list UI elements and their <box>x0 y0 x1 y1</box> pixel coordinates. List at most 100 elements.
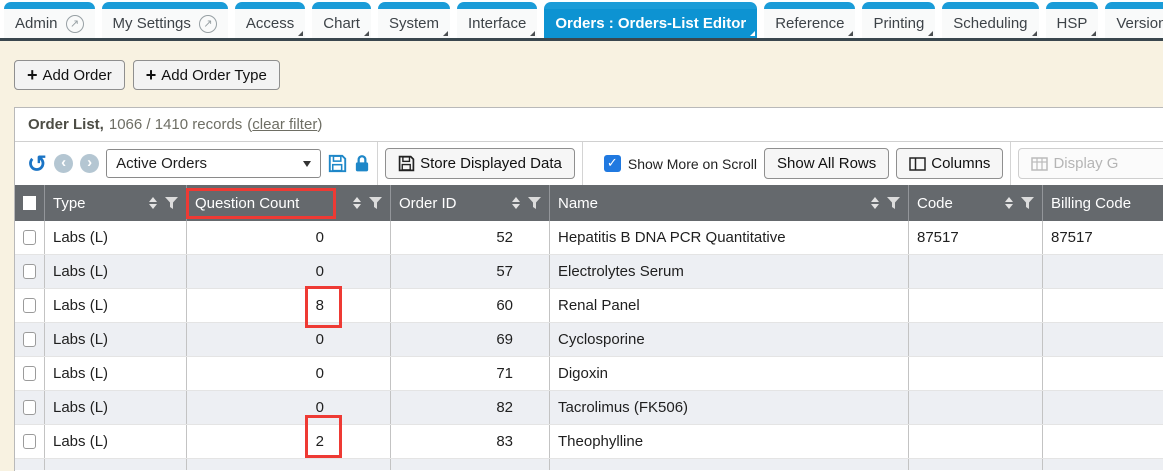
table-row[interactable]: Labs (L) 0 52 Hepatitis B DNA PCR Quanti… <box>15 221 1163 255</box>
tab-system[interactable]: System <box>378 2 450 38</box>
code-cell <box>909 357 1043 390</box>
add-order-button[interactable]: + Add Order <box>14 60 125 90</box>
filter-funnel-icon[interactable] <box>887 197 900 209</box>
sort-icon[interactable] <box>149 197 157 209</box>
row-checkbox[interactable] <box>23 298 36 313</box>
header-billing-code[interactable]: Billing Code <box>1043 185 1163 221</box>
toolbar-separator <box>582 142 583 185</box>
table-row[interactable]: Labs (L) 0 69 Cyclosporine <box>15 323 1163 357</box>
name-cell: Electrolytes Serum <box>550 255 909 288</box>
table-row[interactable]: Labs (L) 8 60 Renal Panel <box>15 289 1163 323</box>
paren-close: ) <box>317 116 322 133</box>
columns-button[interactable]: Columns <box>896 148 1003 179</box>
view-select[interactable]: Active Orders <box>106 149 321 178</box>
add-order-type-button[interactable]: + Add Order Type <box>133 60 280 90</box>
grid-header-row: Type Question Count Order ID Name <box>15 185 1163 221</box>
nav-forward-icon[interactable]: › <box>80 154 99 173</box>
row-checkbox[interactable] <box>23 400 36 415</box>
external-link-icon[interactable]: ↗ <box>66 15 84 33</box>
billing-code-cell <box>1043 255 1163 288</box>
tab-label: Reference <box>775 15 844 32</box>
row-checkbox[interactable] <box>23 434 36 449</box>
filter-funnel-icon[interactable] <box>528 197 541 209</box>
clear-filter-link[interactable]: clear filter <box>252 116 317 133</box>
question-count-cell: 2 <box>187 425 391 458</box>
sort-icon[interactable] <box>512 197 520 209</box>
tab-orders-list-editor[interactable]: Orders : Orders-List Editor <box>544 2 757 38</box>
code-cell <box>909 255 1043 288</box>
tab-printing[interactable]: Printing <box>862 2 935 38</box>
row-checkbox[interactable] <box>23 264 36 279</box>
question-count-cell: 0 <box>187 357 391 390</box>
main-tab-bar: Admin ↗ My Settings ↗ Access Chart Syste… <box>0 0 1163 38</box>
tab-hsp[interactable]: HSP <box>1046 2 1099 38</box>
tab-label: Admin <box>15 15 58 32</box>
row-checkbox[interactable] <box>23 366 36 381</box>
show-more-checkbox[interactable]: ✓ <box>604 155 621 172</box>
tab-chart[interactable]: Chart <box>312 2 371 38</box>
tab-interface[interactable]: Interface <box>457 2 537 38</box>
external-link-icon[interactable]: ↗ <box>199 15 217 33</box>
row-checkbox[interactable] <box>23 332 36 347</box>
table-row[interactable]: Labs (L) 0 71 Digoxin <box>15 357 1163 391</box>
header-label: Name <box>558 195 598 212</box>
header-question-count[interactable]: Question Count <box>187 185 391 221</box>
add-order-type-label: Add Order Type <box>161 67 267 84</box>
code-cell <box>909 323 1043 356</box>
type-cell: Labs (L) <box>45 425 187 458</box>
add-order-label: Add Order <box>43 67 112 84</box>
tab-reference[interactable]: Reference <box>764 2 855 38</box>
tab-label: Orders : Orders-List Editor <box>555 15 746 32</box>
table-row[interactable]: Labs (L) 0 82 Tacrolimus (FK506) <box>15 391 1163 425</box>
checkbox-cell <box>15 221 45 254</box>
columns-label: Columns <box>931 155 990 172</box>
tab-label: Interface <box>468 15 526 32</box>
header-label: Billing Code <box>1051 195 1131 212</box>
tab-scheduling[interactable]: Scheduling <box>942 2 1038 38</box>
show-all-rows-button[interactable]: Show All Rows <box>764 148 889 179</box>
display-grid-icon <box>1031 157 1048 171</box>
store-displayed-data-button[interactable]: Store Displayed Data <box>385 148 575 179</box>
plus-icon: + <box>146 66 157 84</box>
header-type[interactable]: Type <box>45 185 187 221</box>
refresh-icon[interactable]: ↺ <box>27 152 47 176</box>
select-all-checkbox[interactable] <box>23 196 36 210</box>
billing-code-cell <box>1043 357 1163 390</box>
sort-icon[interactable] <box>871 197 879 209</box>
tab-version[interactable]: Version ↗ <box>1105 2 1163 38</box>
table-row-partial <box>15 459 1163 470</box>
store-button-label: Store Displayed Data <box>420 155 562 172</box>
header-order-id[interactable]: Order ID <box>391 185 550 221</box>
tab-admin[interactable]: Admin ↗ <box>4 2 95 38</box>
lock-icon[interactable] <box>354 154 370 173</box>
filter-funnel-icon[interactable] <box>1021 197 1034 209</box>
filter-funnel-icon[interactable] <box>165 197 178 209</box>
sort-icon[interactable] <box>353 197 361 209</box>
header-name[interactable]: Name <box>550 185 909 221</box>
display-grid-label: Display G <box>1053 155 1118 172</box>
row-checkbox[interactable] <box>23 230 36 245</box>
table-row[interactable]: Labs (L) 2 83 Theophylline <box>15 425 1163 459</box>
tabbar-divider <box>0 38 1163 41</box>
order-id-cell: 82 <box>391 391 550 424</box>
submenu-corner-icon <box>848 31 853 36</box>
header-code[interactable]: Code <box>909 185 1043 221</box>
sort-icon[interactable] <box>1005 197 1013 209</box>
name-cell: Cyclosporine <box>550 323 909 356</box>
code-cell <box>909 289 1043 322</box>
filter-funnel-icon[interactable] <box>369 197 382 209</box>
grid-toolbar: ↺ ‹ › Active Orders Store Displayed Data <box>15 141 1163 185</box>
question-count-cell: 8 <box>187 289 391 322</box>
orders-list-editor-screen: Admin ↗ My Settings ↗ Access Chart Syste… <box>0 0 1163 471</box>
tab-access[interactable]: Access <box>235 2 305 38</box>
header-label: Order ID <box>399 195 457 212</box>
order-list-panel: Order List, 1066 / 1410 records (clear f… <box>14 107 1163 471</box>
type-cell: Labs (L) <box>45 357 187 390</box>
tab-my-settings[interactable]: My Settings ↗ <box>102 2 228 38</box>
order-id-cell: 60 <box>391 289 550 322</box>
save-view-icon[interactable] <box>328 154 347 173</box>
name-cell: Tacrolimus (FK506) <box>550 391 909 424</box>
nav-back-icon[interactable]: ‹ <box>54 154 73 173</box>
display-grid-button-disabled[interactable]: Display G <box>1018 148 1163 179</box>
table-row[interactable]: Labs (L) 0 57 Electrolytes Serum <box>15 255 1163 289</box>
